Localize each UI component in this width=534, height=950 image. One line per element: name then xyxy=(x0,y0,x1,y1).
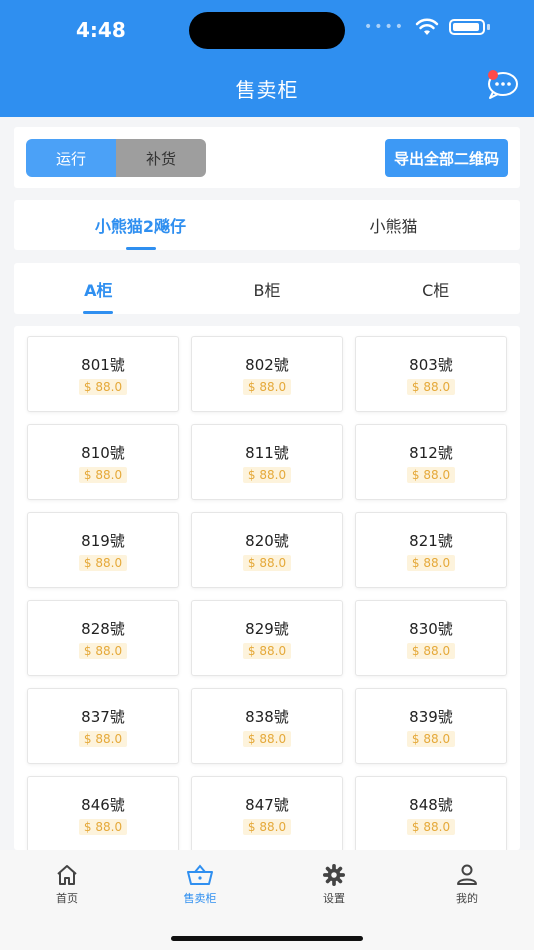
slot-price: $ 88.0 xyxy=(242,818,292,835)
slot-name: 802號 xyxy=(245,355,289,374)
slot-cell[interactable]: 829號 $ 88.0 xyxy=(191,600,343,676)
slot-name: 839號 xyxy=(409,707,453,726)
tabbar-cabinet[interactable]: 售卖柜 xyxy=(150,864,250,906)
battery-icon xyxy=(449,19,485,35)
slot-price: $ 88.0 xyxy=(406,554,456,571)
slot-name: 811號 xyxy=(245,443,289,462)
slot-name: 810號 xyxy=(81,443,125,462)
mode-run-button[interactable]: 运行 xyxy=(26,139,116,177)
slot-cell[interactable]: 847號 $ 88.0 xyxy=(191,776,343,850)
slot-price: $ 88.0 xyxy=(242,642,292,659)
tab-store-2[interactable]: 小熊猫 xyxy=(267,200,520,250)
slot-cell[interactable]: 803號 $ 88.0 xyxy=(355,336,507,412)
basket-icon xyxy=(187,864,213,885)
toolbar: 运行 补货 导出全部二维码 xyxy=(14,127,520,188)
slot-price: $ 88.0 xyxy=(78,554,128,571)
tabbar-home[interactable]: 首页 xyxy=(17,864,117,906)
slot-cell[interactable]: 828號 $ 88.0 xyxy=(27,600,179,676)
slot-price: $ 88.0 xyxy=(406,730,456,747)
slot-cell[interactable]: 802號 $ 88.0 xyxy=(191,336,343,412)
tab-label: B柜 xyxy=(253,280,281,300)
battery-tip xyxy=(487,24,490,30)
slot-price: $ 88.0 xyxy=(406,642,456,659)
mode-switch: 运行 补货 xyxy=(26,139,206,177)
tabbar-label: 首页 xyxy=(56,892,78,905)
slot-grid: 801號 $ 88.0 802號 $ 88.0 803號 $ 88.0 810號 $ 8… xyxy=(27,336,507,850)
tab-label: A柜 xyxy=(84,280,113,300)
slot-cell[interactable]: 848號 $ 88.0 xyxy=(355,776,507,850)
slot-price: $ 88.0 xyxy=(78,642,128,659)
slot-cell[interactable]: 810號 $ 88.0 xyxy=(27,424,179,500)
slot-cell[interactable]: 830號 $ 88.0 xyxy=(355,600,507,676)
slot-cell[interactable]: 821號 $ 88.0 xyxy=(355,512,507,588)
tab-cabinet-b[interactable]: B柜 xyxy=(183,263,352,314)
user-icon xyxy=(457,864,477,885)
tab-indicator xyxy=(83,311,114,314)
tab-store-1[interactable]: 小熊猫2飚仔 xyxy=(14,200,267,250)
slot-price: $ 88.0 xyxy=(78,730,128,747)
slot-name: 812號 xyxy=(409,443,453,462)
slot-price: $ 88.0 xyxy=(78,818,128,835)
camera-notch xyxy=(189,12,345,49)
status-icons: •••• xyxy=(364,18,490,36)
slot-price: $ 88.0 xyxy=(406,818,456,835)
home-icon xyxy=(57,865,77,885)
slot-name: 848號 xyxy=(409,795,453,814)
top-bar: 4:48 •••• 售卖柜 xyxy=(0,0,534,117)
slot-cell[interactable]: 801號 $ 88.0 xyxy=(27,336,179,412)
wifi-icon xyxy=(415,18,439,35)
slot-name: 847號 xyxy=(245,795,289,814)
slot-cell[interactable]: 811號 $ 88.0 xyxy=(191,424,343,500)
tab-cabinet-c[interactable]: C柜 xyxy=(351,263,520,314)
slot-cell[interactable]: 812號 $ 88.0 xyxy=(355,424,507,500)
tabbar-settings[interactable]: 设置 xyxy=(284,864,384,906)
slot-price: $ 88.0 xyxy=(242,466,292,483)
tabbar-label: 售卖柜 xyxy=(183,892,217,905)
slot-cell[interactable]: 839號 $ 88.0 xyxy=(355,688,507,764)
slot-name: 821號 xyxy=(409,531,453,550)
slot-price: $ 88.0 xyxy=(406,466,456,483)
slot-price: $ 88.0 xyxy=(242,378,292,395)
tabbar-label: 设置 xyxy=(323,892,345,905)
page-title: 售卖柜 xyxy=(235,78,299,102)
tab-indicator xyxy=(125,247,156,250)
slot-price: $ 88.0 xyxy=(78,378,128,395)
slot-name: 803號 xyxy=(409,355,453,374)
tab-label: 小熊猫 xyxy=(369,217,418,236)
slot-cell[interactable]: 846號 $ 88.0 xyxy=(27,776,179,850)
slot-price: $ 88.0 xyxy=(78,466,128,483)
slot-name: 801號 xyxy=(81,355,125,374)
export-qr-button[interactable]: 导出全部二维码 xyxy=(384,139,508,177)
slot-name: 829號 xyxy=(245,619,289,638)
tab-label: C柜 xyxy=(422,280,450,300)
slot-price: $ 88.0 xyxy=(242,554,292,571)
slot-name: 846號 xyxy=(81,795,125,814)
slot-name: 837號 xyxy=(81,707,125,726)
slot-name: 828號 xyxy=(81,619,125,638)
home-indicator xyxy=(171,936,363,941)
cabinet-tabs: A柜 B柜 C柜 xyxy=(14,263,520,314)
slot-name: 819號 xyxy=(81,531,125,550)
slot-cell[interactable]: 820號 $ 88.0 xyxy=(191,512,343,588)
slot-grid-card: 801號 $ 88.0 802號 $ 88.0 803號 $ 88.0 810號 $ 8… xyxy=(14,326,520,850)
slot-price: $ 88.0 xyxy=(242,730,292,747)
slot-cell[interactable]: 819號 $ 88.0 xyxy=(27,512,179,588)
slot-price: $ 88.0 xyxy=(406,378,456,395)
bottom-tab-bar: 首页 售卖柜 设置 我的 xyxy=(0,850,534,950)
slot-name: 838號 xyxy=(245,707,289,726)
gear-icon xyxy=(323,864,345,886)
tabbar-profile[interactable]: 我的 xyxy=(417,864,517,906)
status-time: 4:48 xyxy=(76,18,126,42)
slot-cell[interactable]: 837號 $ 88.0 xyxy=(27,688,179,764)
signal-icon: •••• xyxy=(363,19,405,35)
tab-cabinet-a[interactable]: A柜 xyxy=(14,263,183,314)
store-tabs: 小熊猫2飚仔 小熊猫 xyxy=(14,200,520,250)
mode-restock-button[interactable]: 补货 xyxy=(116,139,206,177)
tabbar-label: 我的 xyxy=(456,892,478,905)
slot-cell[interactable]: 838號 $ 88.0 xyxy=(191,688,343,764)
notification-badge xyxy=(488,70,498,80)
slot-name: 830號 xyxy=(409,619,453,638)
slot-name: 820號 xyxy=(245,531,289,550)
tab-label: 小熊猫2飚仔 xyxy=(94,217,187,236)
